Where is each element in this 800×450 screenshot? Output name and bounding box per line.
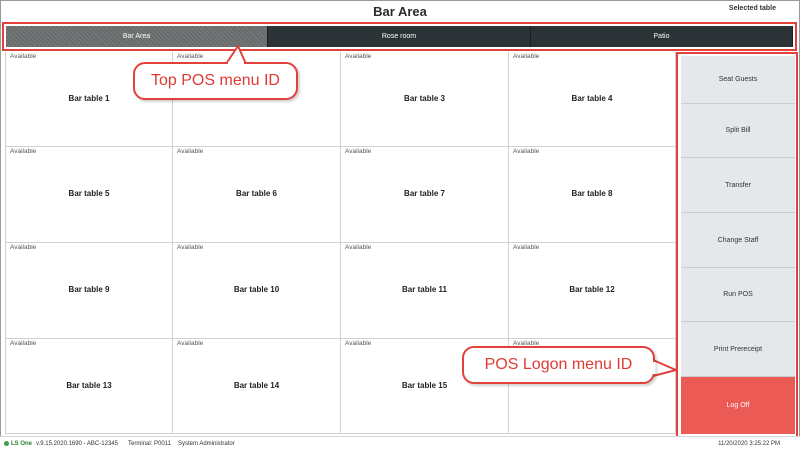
- callout-pointer-joins: [228, 61, 656, 374]
- status-bar: LS One v.9.15.2020.1690 - ABC-12345 Term…: [0, 436, 800, 450]
- user-label: System Administrator: [178, 441, 235, 447]
- datetime-label: 11/20/2020 3:25:22 PM: [718, 441, 780, 447]
- version-label: v.9.15.2020.1690 - ABC-12345: [36, 441, 118, 447]
- brand-label: LS One: [11, 441, 33, 447]
- terminal-label: Terminal: P0011: [128, 441, 171, 447]
- ls-one-logo-icon: [4, 441, 9, 446]
